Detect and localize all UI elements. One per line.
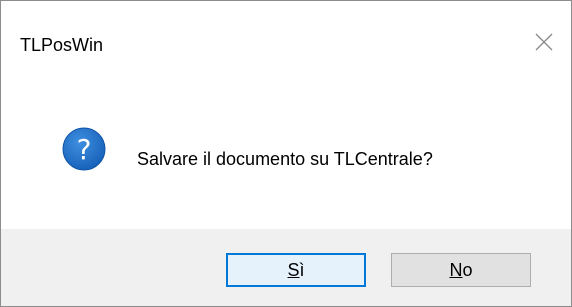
title-bar[interactable]: TLPosWin	[1, 1, 571, 63]
yes-accelerator: S	[287, 259, 300, 280]
no-button[interactable]: No	[391, 253, 531, 287]
yes-label-rest: ì	[299, 259, 305, 280]
yes-button[interactable]: Sì	[226, 253, 366, 287]
button-bar: Sì No	[1, 229, 571, 306]
no-accelerator: N	[449, 259, 463, 280]
svg-text:?: ?	[77, 133, 92, 166]
close-button[interactable]	[517, 25, 571, 61]
dialog-content: ? Salvare il documento su TLCentrale?	[1, 63, 571, 229]
dialog-message: Salvare il documento su TLCentrale?	[137, 149, 433, 169]
close-icon	[535, 33, 553, 51]
window-title: TLPosWin	[20, 35, 104, 55]
no-label-rest: o	[462, 259, 473, 280]
question-icon: ?	[62, 127, 106, 171]
message-dialog: TLPosWin ? Salvare il documento su TLCen…	[0, 0, 572, 307]
